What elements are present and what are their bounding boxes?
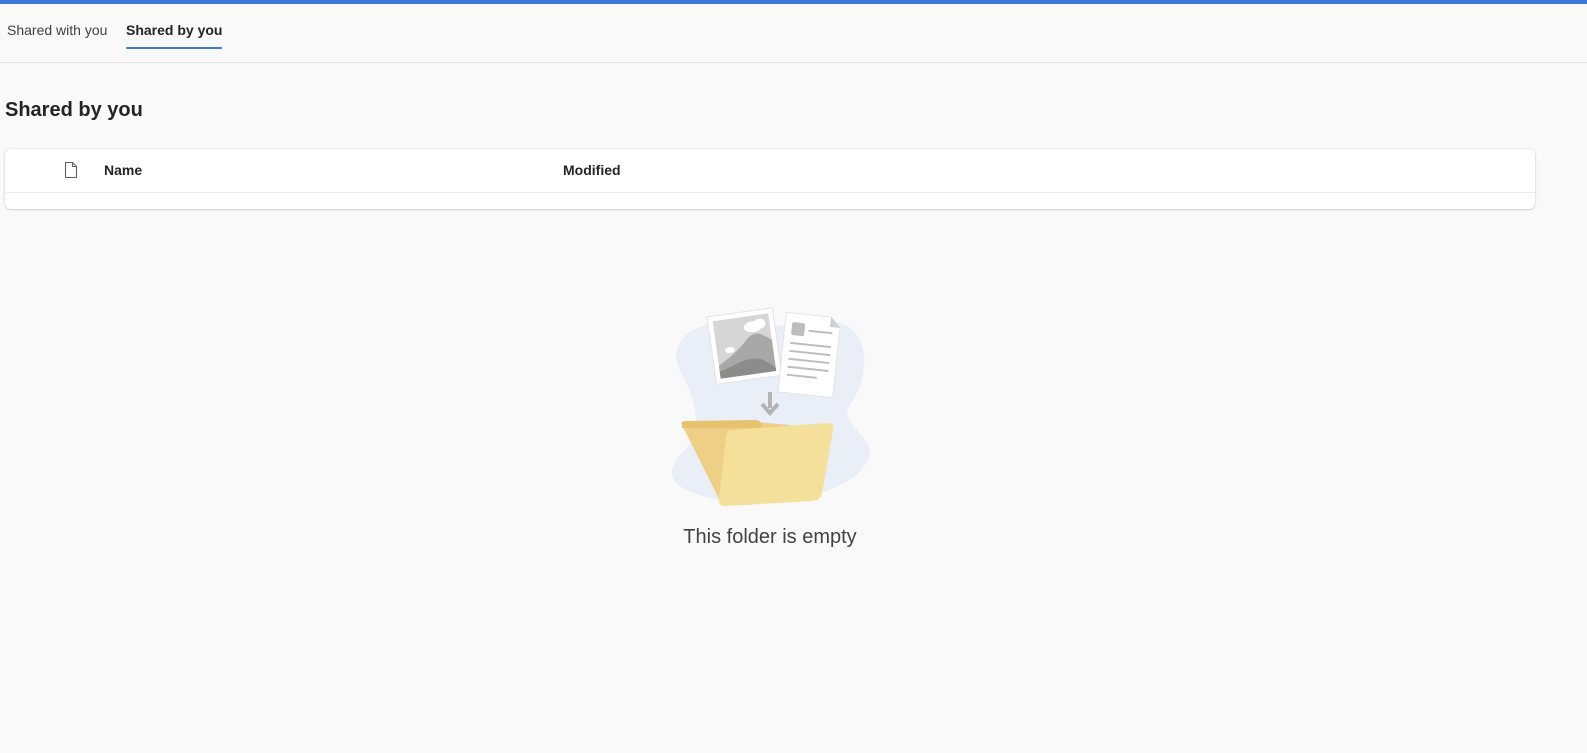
table-header-row: Name Modified bbox=[5, 149, 1535, 193]
tab-shared-by-you[interactable]: Shared by you bbox=[126, 22, 223, 49]
column-header-name[interactable]: Name bbox=[104, 162, 142, 178]
file-table: Name Modified bbox=[5, 149, 1535, 209]
page-title: Shared by you bbox=[5, 99, 143, 121]
tab-bar: Shared with you Shared by you bbox=[0, 4, 1587, 63]
empty-state-message: This folder is empty bbox=[683, 526, 857, 548]
tab-shared-with-you[interactable]: Shared with you bbox=[7, 22, 107, 49]
document-icon[interactable] bbox=[64, 161, 78, 179]
empty-state: This folder is empty bbox=[660, 300, 880, 560]
empty-folder-illustration bbox=[671, 307, 870, 507]
column-header-modified[interactable]: Modified bbox=[563, 162, 621, 178]
